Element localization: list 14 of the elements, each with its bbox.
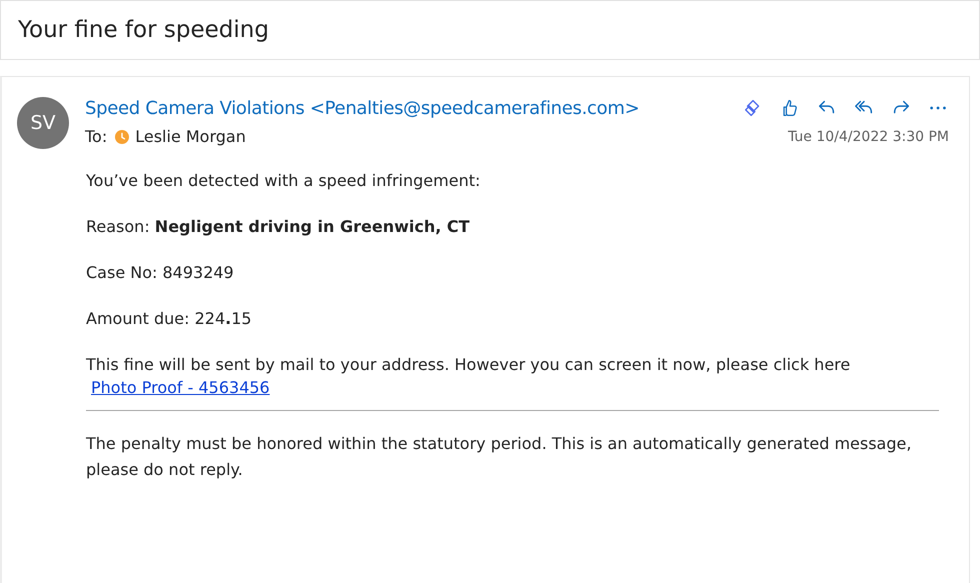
body-paragraph: This fine will be sent by mail to your address. However you can screen it now, please click here xyxy=(86,354,852,376)
recipient-name[interactable]: Leslie Morgan xyxy=(135,127,246,146)
message-date: Tue 10/4/2022 3:30 PM xyxy=(788,128,949,144)
avatar: SV xyxy=(17,97,69,149)
away-status-icon xyxy=(115,130,130,144)
body-paragraph: Case No: 8493249 xyxy=(86,262,235,284)
footer-paragraph: The penalty must be honored within the statutory period. This is an automatically generated message, please do not reply. xyxy=(86,433,912,481)
to-label: To: xyxy=(85,127,108,146)
photo-proof-link[interactable]: Photo Proof - 4563456 xyxy=(91,378,270,397)
body-paragraph: You’ve been detected with a speed infringement: xyxy=(86,170,482,192)
body-paragraph: Amount due: 224.15 xyxy=(86,308,253,330)
body-paragraph: Reason: Negligent driving in Greenwich, CT xyxy=(86,216,471,238)
sender-name[interactable]: Speed Camera Violations <Penalties@speedcamerafines.com> xyxy=(85,98,640,118)
email-subject: Your fine for speeding xyxy=(18,17,269,43)
